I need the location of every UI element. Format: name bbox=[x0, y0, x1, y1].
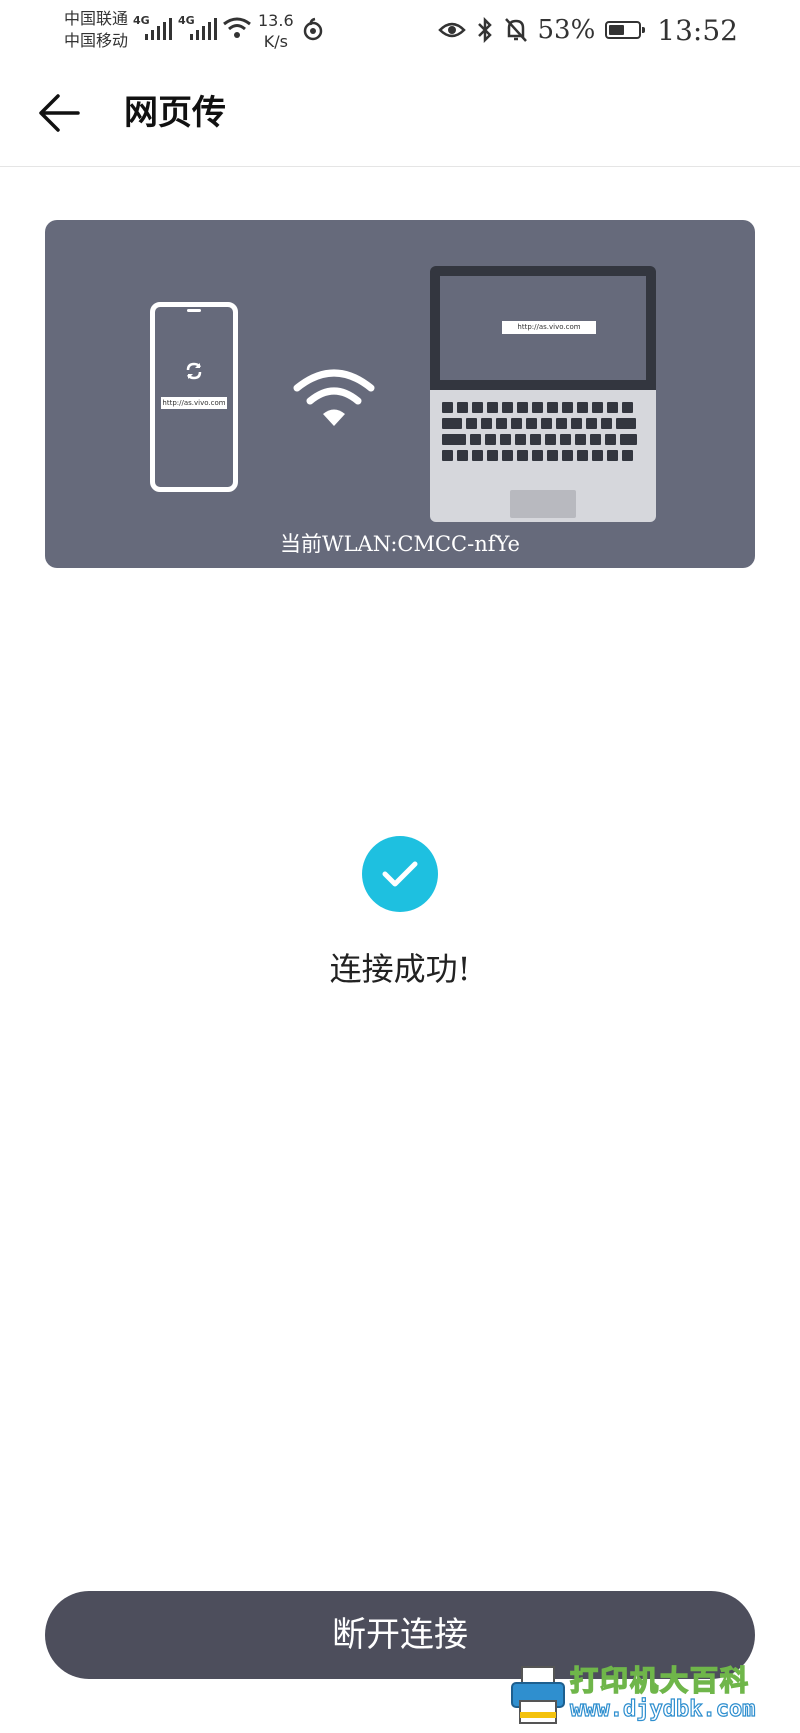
speed-value: 13.6 bbox=[258, 11, 294, 30]
connection-success-text: 连接成功! bbox=[329, 950, 471, 988]
current-wlan-label: 当前WLAN:CMCC-nfYe bbox=[280, 532, 520, 556]
laptop-screen: http://as.vivo.com bbox=[430, 266, 656, 390]
page-title: 网页传 bbox=[124, 93, 226, 133]
battery-icon bbox=[605, 21, 646, 39]
notifications-off-icon bbox=[504, 18, 527, 42]
watermark: 打印机大百科 www.djydbk.com bbox=[506, 1659, 794, 1729]
phone-illustration: http://as.vivo.com bbox=[150, 302, 238, 492]
printer-logo-icon bbox=[511, 1666, 565, 1724]
watermark-text: 打印机大百科 bbox=[569, 1663, 751, 1698]
carrier-1: 中国联通 bbox=[64, 9, 129, 28]
speed-unit: K/s bbox=[263, 32, 288, 51]
app-header: 网页传 bbox=[0, 60, 800, 167]
watermark-url: www.djydbk.com bbox=[569, 1696, 756, 1722]
wifi-icon bbox=[293, 369, 375, 426]
back-button[interactable] bbox=[36, 90, 88, 136]
battery-level bbox=[609, 25, 625, 35]
phone-url-bar: http://as.vivo.com bbox=[161, 397, 227, 409]
carrier-2: 中国移动 bbox=[64, 31, 129, 50]
status-bar: 中国联通 中国移动 4G 4G 13.6 K/s 53% 13:52 bbox=[0, 0, 800, 60]
clock: 13:52 bbox=[657, 13, 738, 47]
connection-illustration: http://as.vivo.com http://as.vivo.com 当前… bbox=[45, 220, 755, 568]
laptop-illustration: http://as.vivo.com bbox=[430, 266, 656, 522]
network-speed: 13.6 K/s bbox=[258, 10, 294, 52]
laptop-keyboard bbox=[430, 390, 656, 522]
netease-music-icon bbox=[303, 17, 323, 41]
laptop-touchpad bbox=[510, 490, 576, 518]
arrow-left-icon bbox=[39, 94, 80, 132]
sync-icon bbox=[186, 362, 202, 380]
phone-notch bbox=[187, 309, 201, 312]
battery-percent: 53% bbox=[537, 15, 596, 45]
wifi-icon bbox=[223, 17, 251, 38]
carrier-info: 中国联通 中国移动 bbox=[64, 8, 128, 52]
bluetooth-icon bbox=[477, 17, 492, 43]
eye-icon bbox=[437, 22, 466, 38]
status-right: 53% 13:52 bbox=[437, 12, 738, 48]
success-check-icon bbox=[362, 836, 438, 912]
checkmark-icon bbox=[382, 861, 418, 887]
laptop-url-bar: http://as.vivo.com bbox=[502, 321, 596, 334]
